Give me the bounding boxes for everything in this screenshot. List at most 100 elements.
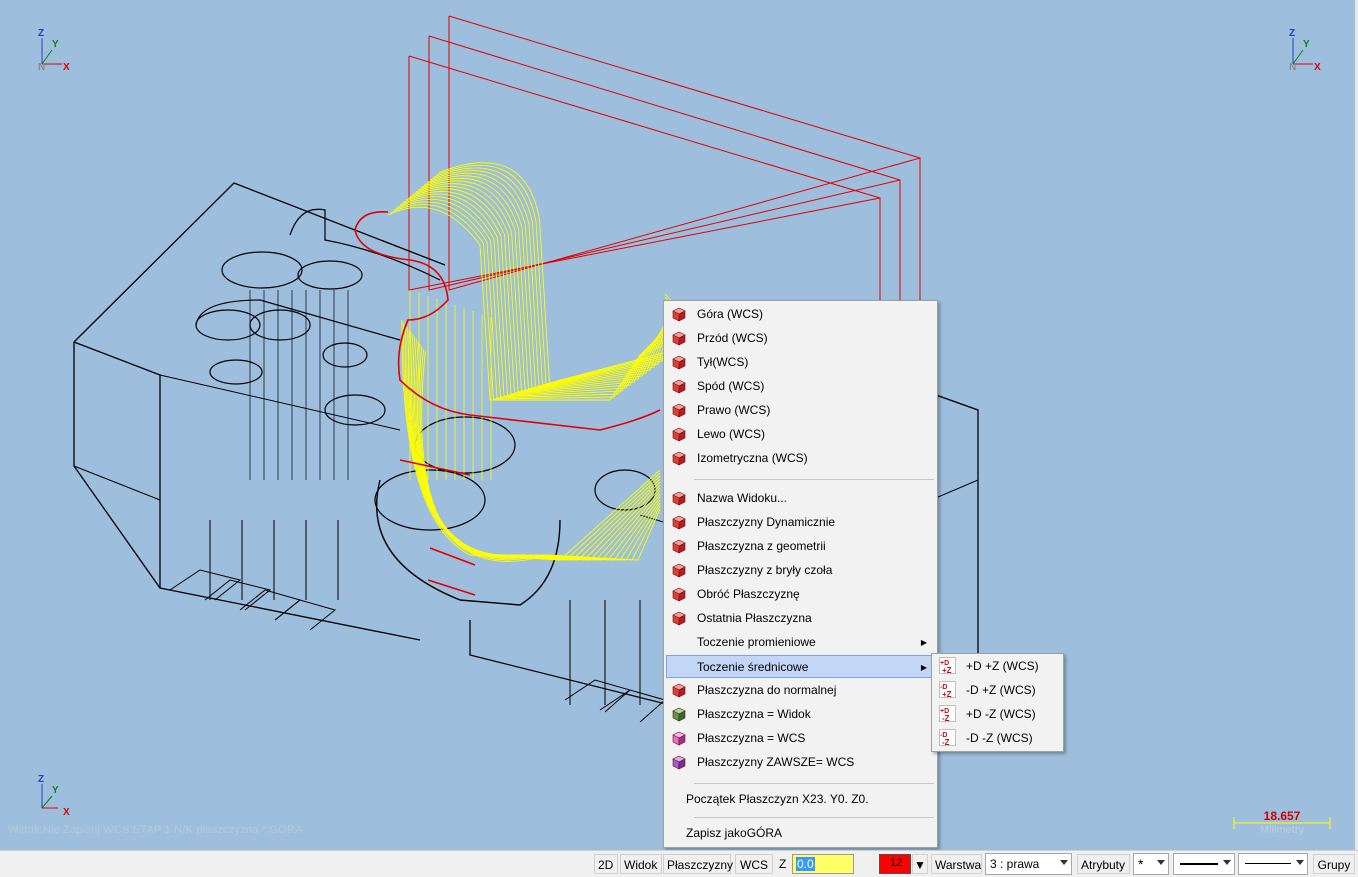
widok-button[interactable]: Widok bbox=[620, 854, 662, 874]
atrybuty-button[interactable]: Atrybuty bbox=[1077, 854, 1130, 874]
menu-item-przod-wcs[interactable]: Przód (WCS) bbox=[666, 327, 935, 350]
menu-item-plaszczyzna-widok[interactable]: Płaszczyzna = Widok bbox=[666, 703, 935, 726]
hole-edge bbox=[322, 342, 368, 368]
toolpath-red-line bbox=[354, 211, 389, 231]
slot-edge bbox=[289, 208, 441, 281]
cube-front-icon bbox=[671, 331, 686, 346]
plaszczyzny-button[interactable]: Płaszczyzny bbox=[663, 854, 733, 874]
plane-from-solid-face-icon bbox=[671, 563, 686, 578]
cube-back-icon bbox=[671, 355, 686, 370]
layer-select[interactable]: 3 : prawa bbox=[985, 853, 1072, 875]
submenu-item-plus-d-plus-z[interactable]: +D +Z +D +Z (WCS) bbox=[934, 654, 1061, 678]
hole-edge bbox=[414, 416, 516, 474]
2d-button[interactable]: 2D bbox=[594, 854, 618, 874]
menu-item-poczatek-plaszczyzn[interactable]: Początek Płaszczyzn X23. Y0. Z0. bbox=[666, 788, 935, 811]
toolpath-yellow-pass bbox=[390, 204, 666, 400]
menu-item-label: Płaszczyzna do normalnej bbox=[697, 683, 837, 697]
menu-item-gora-wcs[interactable]: Góra (WCS) bbox=[666, 303, 935, 326]
minus-d-plus-z-icon: -D +Z bbox=[939, 681, 956, 699]
toolpath-red-line bbox=[428, 36, 901, 300]
axis-y-label: Y bbox=[52, 785, 59, 796]
plane-equals-wcs-icon bbox=[671, 731, 686, 746]
minus-d-minus-z-icon: -D -Z bbox=[939, 729, 956, 747]
block-edge bbox=[935, 394, 979, 411]
rotate-plane-icon bbox=[671, 587, 686, 602]
block-edge bbox=[73, 342, 421, 641]
chevron-down-icon bbox=[1223, 860, 1231, 865]
submenu-item-label: -D +Z (WCS) bbox=[966, 683, 1036, 697]
menu-item-plaszczyzna-z-geometrii[interactable]: Płaszczyzna z geometrii bbox=[666, 535, 935, 558]
menu-item-toczenie-srednicowe[interactable]: Toczenie średnicowe ▶ bbox=[666, 655, 935, 678]
step-edge bbox=[204, 579, 272, 611]
menu-item-plaszczyzny-dynamicznie[interactable]: Płaszczyzny Dynamicznie bbox=[666, 511, 935, 534]
menu-item-tyl-wcs[interactable]: Tył(WCS) bbox=[666, 351, 935, 374]
axis-n-label: N bbox=[38, 62, 46, 73]
axis-x-label: X bbox=[1314, 62, 1321, 73]
submenu-toczenie-srednicowe: +D +Z +D +Z (WCS) -D +Z -D +Z (WCS) +D -Z +D -… bbox=[931, 653, 1064, 752]
slot-edge bbox=[195, 299, 401, 341]
step-edge bbox=[169, 569, 242, 601]
axis-triad-top-left: Z Y N X bbox=[34, 28, 84, 78]
scale-value: 18.657 bbox=[1263, 809, 1301, 823]
axis-x-label: X bbox=[63, 807, 70, 818]
chevron-down-icon bbox=[1157, 860, 1165, 865]
scale-unit: Milimetry bbox=[1260, 824, 1304, 836]
step-edge bbox=[604, 689, 667, 723]
menu-item-plaszczyzny-z-bryly-czola[interactable]: Płaszczyzny z bryły czoła bbox=[666, 559, 935, 582]
z-depth-input[interactable]: 0.0 bbox=[792, 854, 854, 874]
svg-text:-Z: -Z bbox=[942, 738, 950, 746]
menu-item-izometryczna-wcs[interactable]: Izometryczna (WCS) bbox=[666, 447, 935, 470]
menu-item-zapisz-jako-gora[interactable]: Zapisz jakoGÓRA bbox=[666, 822, 935, 845]
plus-d-minus-z-icon: +D -Z bbox=[939, 705, 956, 723]
menu-item-ostatnia-plaszczyzna[interactable]: Ostatnia Płaszczyzna bbox=[666, 607, 935, 630]
submenu-item-plus-d-minus-z[interactable]: +D -Z +D -Z (WCS) bbox=[934, 702, 1061, 726]
point-style-select[interactable]: * bbox=[1133, 853, 1169, 875]
toolpath-yellow-pass bbox=[411, 185, 666, 393]
svg-text:+Z: +Z bbox=[942, 666, 952, 674]
axis-z-label: Z bbox=[1289, 28, 1296, 39]
cube-left-icon bbox=[671, 427, 686, 442]
menu-item-plaszczyzny-zawsze-wcs[interactable]: Płaszczyzny ZAWSZE= WCS bbox=[666, 751, 935, 774]
point-style-value: * bbox=[1138, 856, 1144, 872]
color-swatch[interactable]: 12 bbox=[879, 854, 911, 874]
cube-bottom-icon bbox=[671, 379, 686, 394]
color-dropdown-icon[interactable]: ▼ bbox=[912, 854, 928, 874]
planes-always-wcs-icon bbox=[671, 755, 686, 770]
menu-item-lewo-wcs[interactable]: Lewo (WCS) bbox=[666, 423, 935, 446]
slot-edge bbox=[376, 479, 561, 606]
axis-y-label: Y bbox=[52, 39, 59, 50]
submenu-item-label: -D -Z (WCS) bbox=[966, 731, 1033, 745]
warstwa-button[interactable]: Warstwa bbox=[931, 854, 982, 874]
menu-item-label: Płaszczyzny ZAWSZE= WCS bbox=[697, 755, 855, 769]
menu-item-spod-wcs[interactable]: Spód (WCS) bbox=[666, 375, 935, 398]
chevron-down-icon bbox=[1296, 860, 1304, 865]
block-edge bbox=[73, 182, 446, 343]
menu-item-toczenie-promieniowe[interactable]: Toczenie promieniowe ▶ bbox=[666, 631, 935, 654]
toolpath-red-line bbox=[399, 459, 471, 476]
menu-item-prawo-wcs[interactable]: Prawo (WCS) bbox=[666, 399, 935, 422]
menu-item-label: Spód (WCS) bbox=[697, 379, 765, 393]
wcs-button[interactable]: WCS bbox=[735, 854, 773, 874]
menu-item-plaszczyzna-do-normalnej[interactable]: Płaszczyzna do normalnej bbox=[666, 679, 935, 702]
menu-item-label: Zapisz jakoGÓRA bbox=[686, 826, 783, 840]
view-name-icon bbox=[671, 491, 686, 506]
menu-item-label: Płaszczyzny Dynamicznie bbox=[697, 515, 836, 529]
menu-item-obroc-plaszczyzne[interactable]: Obróć Płaszczyznę bbox=[666, 583, 935, 606]
line-width-select[interactable] bbox=[1238, 853, 1308, 875]
hole-edge bbox=[209, 359, 263, 385]
submenu-item-minus-d-plus-z[interactable]: -D +Z -D +Z (WCS) bbox=[934, 678, 1061, 702]
menu-item-label: Płaszczyzny z bryły czoła bbox=[697, 563, 833, 577]
toolpath-red-line bbox=[427, 579, 476, 596]
menu-item-plaszczyzna-wcs[interactable]: Płaszczyzna = WCS bbox=[666, 727, 935, 750]
menu-item-nazwa-widoku[interactable]: Nazwa Widoku... bbox=[666, 487, 935, 510]
hole-edge bbox=[221, 251, 303, 289]
line-style-select[interactable] bbox=[1173, 853, 1235, 875]
plane-to-normal-icon bbox=[671, 683, 686, 698]
submenu-arrow-icon: ▶ bbox=[920, 638, 927, 647]
menu-item-label: Toczenie średnicowe bbox=[697, 660, 809, 674]
menu-item-label: Płaszczyzna = WCS bbox=[697, 731, 806, 745]
menu-item-label: Lewo (WCS) bbox=[697, 427, 766, 441]
cube-top-icon bbox=[671, 307, 686, 322]
submenu-item-minus-d-minus-z[interactable]: -D -Z -D -Z (WCS) bbox=[934, 726, 1061, 750]
grupy-button[interactable]: Grupy bbox=[1313, 854, 1355, 874]
